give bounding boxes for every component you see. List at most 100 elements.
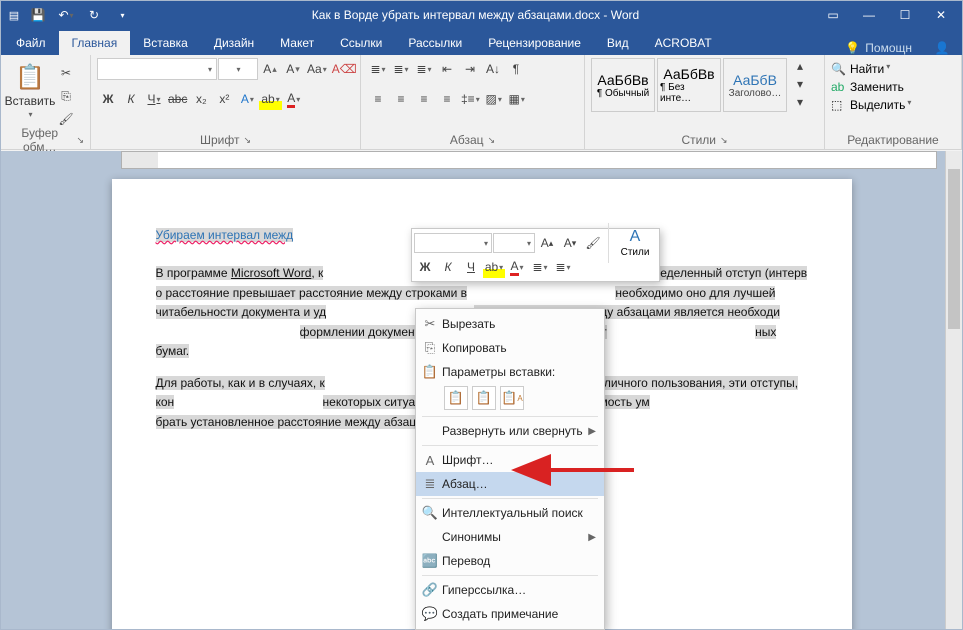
format-painter[interactable]: 🖌	[55, 108, 77, 130]
qa-customize[interactable]: ▾	[109, 2, 135, 28]
window-title: Как в Ворде убрать интервал между абзаца…	[135, 8, 816, 22]
strike-button[interactable]: abc	[166, 88, 189, 110]
redo-button[interactable]: ↻	[81, 2, 107, 28]
align-left[interactable]: ≡	[367, 88, 389, 110]
mini-font-size[interactable]: ▾	[493, 233, 535, 253]
line-spacing[interactable]: ‡≡▾	[459, 88, 482, 110]
menu-copy[interactable]: ⎘Копировать	[416, 336, 604, 360]
select-button[interactable]: ⬚Выделить▾	[831, 98, 911, 112]
mini-bold[interactable]: Ж	[414, 256, 436, 278]
style-heading1[interactable]: АаБбВ Заголово…	[723, 58, 787, 112]
superscript-button[interactable]: x²	[213, 88, 235, 110]
clear-format[interactable]: A⌫	[330, 58, 359, 80]
copy-button[interactable]: ⎘	[55, 85, 77, 107]
align-center[interactable]: ≡	[390, 88, 412, 110]
tab-insert[interactable]: Вставка	[130, 31, 201, 55]
horizontal-ruler[interactable]	[121, 151, 937, 169]
undo-button[interactable]: ↶▾	[53, 2, 79, 28]
replace-button[interactable]: abЗаменить	[831, 80, 904, 94]
scissors-icon: ✂	[420, 316, 440, 332]
menu-expand-collapse[interactable]: Развернуть или свернуть▶	[416, 419, 604, 443]
bold-button[interactable]: Ж	[97, 88, 119, 110]
maximize-button[interactable]: ☐	[888, 1, 922, 29]
style-normal[interactable]: АаБбВв ¶ Обычный	[591, 58, 655, 112]
justify[interactable]: ≡	[436, 88, 458, 110]
translate-icon: 🔤	[420, 553, 440, 569]
subscript-button[interactable]: x₂	[190, 88, 212, 110]
grow-font[interactable]: A▴	[259, 58, 281, 80]
dialog-launcher-icon[interactable]: ↘	[76, 135, 84, 146]
callout-arrow	[539, 460, 639, 483]
tab-design[interactable]: Дизайн	[201, 31, 267, 55]
menu-synonyms[interactable]: Синонимы▶	[416, 525, 604, 549]
menu-comment[interactable]: 💬Создать примечание	[416, 602, 604, 626]
tab-mailings[interactable]: Рассылки	[395, 31, 475, 55]
tab-file[interactable]: Файл	[3, 31, 59, 55]
mini-underline[interactable]: Ч	[460, 256, 482, 278]
text-effects[interactable]: A▾	[236, 88, 258, 110]
scroll-thumb[interactable]	[948, 169, 960, 329]
cut-button[interactable]: ✂	[55, 62, 77, 84]
styles-more[interactable]: ▴ ▾ ▾	[789, 58, 811, 110]
italic-button[interactable]: К	[120, 88, 142, 110]
tab-acrobat[interactable]: ACROBAT	[642, 31, 725, 55]
dialog-launcher-icon[interactable]: ↘	[720, 135, 728, 146]
mini-highlight[interactable]: ab▾	[483, 256, 505, 278]
numbering-button[interactable]: ≣▾	[390, 58, 412, 80]
change-case[interactable]: Aa▾	[305, 58, 329, 80]
shading[interactable]: ▨▾	[483, 88, 505, 110]
tab-layout[interactable]: Макет	[267, 31, 327, 55]
paste-keep-source[interactable]: 📋	[444, 386, 468, 410]
mini-shrink-font[interactable]: A▾	[559, 232, 581, 254]
mini-format-painter[interactable]: 🖌	[582, 232, 604, 254]
menu-paste-params: 📋Параметры вставки:	[416, 360, 604, 384]
shrink-font[interactable]: A▾	[282, 58, 304, 80]
font-color[interactable]: A▾	[283, 88, 305, 110]
mini-styles[interactable]: A Стили	[613, 228, 657, 258]
menu-translate[interactable]: 🔤Перевод	[416, 549, 604, 573]
paste-button[interactable]: 📋 Вставить ▾	[7, 58, 53, 124]
font-family-combo[interactable]: ▾	[97, 58, 217, 80]
highlight-color[interactable]: ab▾	[259, 88, 281, 110]
font-size-combo[interactable]: ▾	[218, 58, 258, 80]
tab-home[interactable]: Главная	[59, 31, 131, 55]
paste-text-only[interactable]: 📋A	[500, 386, 524, 410]
tab-references[interactable]: Ссылки	[327, 31, 395, 55]
titlebar: ▤ 💾 ↶▾ ↻ ▾ Как в Ворде убрать интервал м…	[1, 1, 962, 29]
save-button[interactable]: 💾	[25, 2, 51, 28]
clipboard-icon: 📋	[15, 63, 45, 92]
dialog-launcher-icon[interactable]: ↘	[488, 135, 496, 146]
minimize-button[interactable]: —	[852, 1, 886, 29]
tell-me[interactable]: 💡Помощн	[835, 41, 922, 55]
mini-numbering[interactable]: ≣▾	[552, 256, 574, 278]
mini-bullets[interactable]: ≣▾	[529, 256, 551, 278]
share-button[interactable]: 👤	[922, 41, 962, 55]
decrease-indent[interactable]: ⇤	[436, 58, 458, 80]
mini-font-color[interactable]: A▾	[506, 256, 528, 278]
mini-font-family[interactable]: ▾	[414, 233, 492, 253]
tab-view[interactable]: Вид	[594, 31, 642, 55]
ribbon-display-options[interactable]: ▭	[816, 1, 850, 29]
sort-button[interactable]: A↓	[482, 58, 504, 80]
menu-smart-lookup[interactable]: 🔍Интеллектуальный поиск	[416, 501, 604, 525]
copy-icon: ⎘	[420, 340, 440, 356]
paste-merge[interactable]: 📋	[472, 386, 496, 410]
tab-review[interactable]: Рецензирование	[475, 31, 594, 55]
style-no-spacing[interactable]: АаБбВв ¶ Без инте…	[657, 58, 721, 112]
mini-grow-font[interactable]: A▴	[536, 232, 558, 254]
mini-italic[interactable]: К	[437, 256, 459, 278]
underline-button[interactable]: Ч▾	[143, 88, 165, 110]
align-right[interactable]: ≡	[413, 88, 435, 110]
find-button[interactable]: 🔍Найти▾	[831, 62, 890, 76]
dialog-launcher-icon[interactable]: ↘	[243, 135, 251, 146]
clipboard-icon: 📋	[420, 364, 440, 380]
vertical-scrollbar[interactable]	[945, 151, 962, 629]
bullets-button[interactable]: ≣▾	[367, 58, 389, 80]
menu-hyperlink[interactable]: 🔗Гиперссылка…	[416, 578, 604, 602]
close-button[interactable]: ✕	[924, 1, 958, 29]
borders-button[interactable]: ▦▾	[506, 88, 528, 110]
increase-indent[interactable]: ⇥	[459, 58, 481, 80]
show-marks[interactable]: ¶	[505, 58, 527, 80]
menu-cut[interactable]: ✂Вырезать	[416, 312, 604, 336]
multilevel-button[interactable]: ≣▾	[413, 58, 435, 80]
